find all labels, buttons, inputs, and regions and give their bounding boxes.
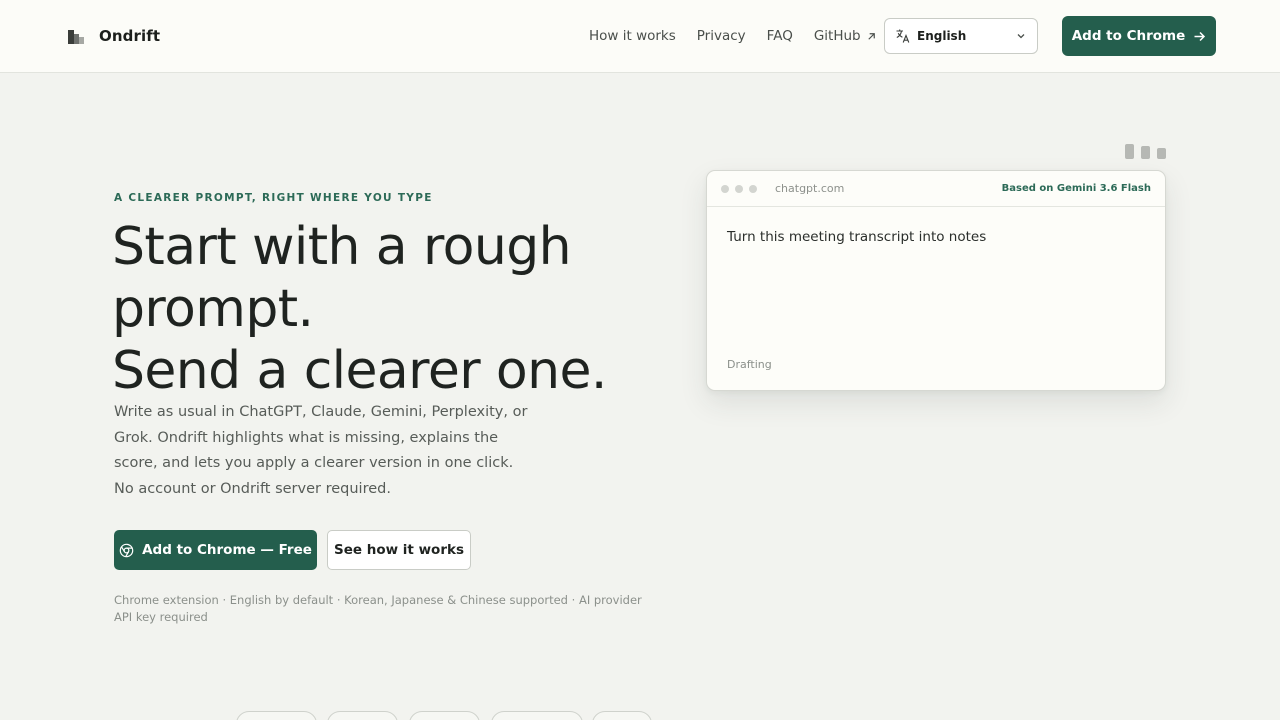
hero-headline: Start with a rough prompt. Send a cleare… (112, 216, 607, 402)
main-nav: How it works Privacy FAQ GitHub (589, 28, 898, 44)
hero-footnote: Chrome extension · English by default · … (114, 593, 642, 624)
browser-bar: chatgpt.com Based on Gemini 3.6 Flash (707, 171, 1165, 207)
brand-link[interactable]: Ondrift (68, 27, 160, 45)
translate-icon (896, 29, 910, 43)
headline-line-3: Send a clearer one. (112, 341, 607, 401)
prompt-preview-card: chatgpt.com Based on Gemini 3.6 Flash Tu… (706, 170, 1166, 391)
nav-github-label: GitHub (813, 28, 861, 44)
nav-privacy[interactable]: Privacy (697, 28, 746, 44)
preview-prompt-text: Turn this meeting transcript into notes (727, 229, 987, 245)
lead-line-4: No account or Ondrift server required. (114, 480, 391, 497)
language-select[interactable]: English (884, 18, 1038, 54)
add-to-chrome-header-label: Add to Chrome (1071, 28, 1186, 44)
site-header: Ondrift How it works Privacy FAQ GitHub … (0, 0, 1280, 73)
headline-line-2: prompt. (112, 279, 314, 339)
ondrift-logo-icon (68, 28, 86, 44)
language-value: English (917, 29, 967, 43)
see-how-it-works-button[interactable]: See how it works (327, 530, 471, 570)
nav-how-it-works[interactable]: How it works (589, 28, 676, 44)
chevron-down-icon (1017, 34, 1025, 39)
window-dot (749, 184, 757, 193)
hero-eyebrow: A CLEARER PROMPT, RIGHT WHERE YOU TYPE (114, 192, 433, 204)
preview-domain: chatgpt.com (775, 182, 845, 195)
signal-bars-icon (1125, 143, 1167, 159)
window-dot (735, 184, 743, 193)
add-to-chrome-free-label: Add to Chrome — Free (142, 542, 312, 558)
headline-line-1: Start with a rough (112, 217, 572, 277)
lead-line-1: Write as usual in ChatGPT, Claude, Gemin… (114, 404, 528, 420)
preview-status: Drafting (727, 358, 772, 371)
arrow-right-icon (1194, 31, 1206, 41)
lead-line-2: Grok. Ondrift highlights what is missing… (114, 429, 499, 446)
lead-line-3: score, and lets you apply a clearer vers… (114, 455, 514, 471)
external-arrow-icon (867, 32, 875, 40)
brand-name: Ondrift (99, 27, 161, 45)
feature-pill (409, 711, 480, 720)
window-dot (721, 184, 729, 193)
model-badge: Based on Gemini 3.6 Flash (1001, 183, 1151, 194)
nav-faq[interactable]: FAQ (767, 28, 793, 44)
add-to-chrome-header-button[interactable]: Add to Chrome (1062, 16, 1216, 56)
add-to-chrome-free-button[interactable]: Add to Chrome — Free (114, 530, 317, 570)
feature-pill (327, 711, 398, 720)
nav-github[interactable]: GitHub (814, 28, 877, 44)
feature-pill (236, 711, 317, 720)
feature-pill (491, 711, 583, 720)
hero-description: Write as usual in ChatGPT, Claude, Gemin… (114, 400, 534, 502)
feature-pill (592, 711, 652, 720)
chrome-icon (119, 543, 134, 557)
